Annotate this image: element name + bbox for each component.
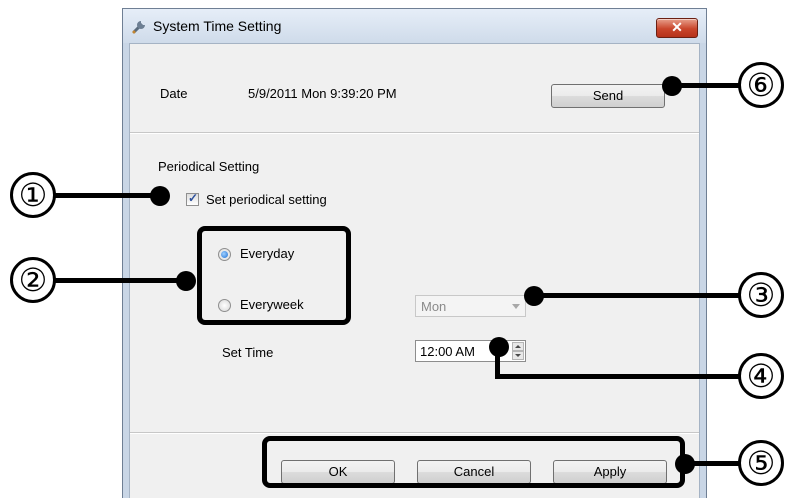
footer-buttons-highlight [262, 436, 685, 488]
send-button[interactable]: Send [551, 84, 665, 108]
check-mark-icon: ✓ [188, 191, 199, 205]
close-button[interactable]: ✕ [656, 18, 698, 38]
time-spinner[interactable] [512, 342, 524, 360]
date-value: 5/9/2011 Mon 9:39:20 PM [248, 86, 397, 101]
weekday-dropdown[interactable]: Mon [415, 295, 526, 317]
title-bar: System Time Setting ✕ [123, 9, 706, 43]
callout-1: ① [10, 172, 56, 218]
callout-5: ⑤ [738, 440, 784, 486]
spin-down-icon[interactable] [512, 351, 524, 360]
time-value: 12:00 AM [420, 344, 475, 359]
close-icon: ✕ [671, 19, 683, 35]
callout-6: ⑥ [738, 62, 784, 108]
leader-line-1 [54, 193, 158, 198]
callout-dot-1 [150, 186, 170, 206]
periodical-checkbox-label: Set periodical setting [206, 192, 327, 207]
radio-group-highlight [197, 226, 351, 325]
leader-line-3 [534, 293, 740, 298]
leader-line-6 [676, 83, 740, 88]
callout-3: ③ [738, 272, 784, 318]
callout-4: ④ [738, 353, 784, 399]
leader-line-4b [495, 374, 740, 379]
wrench-icon [132, 21, 145, 34]
separator-top [130, 132, 699, 134]
leader-line-2 [54, 278, 188, 283]
date-label: Date [160, 86, 188, 101]
periodical-checkbox[interactable]: ✓ [186, 191, 199, 206]
spin-up-icon[interactable] [512, 342, 524, 351]
window-title: System Time Setting [153, 18, 282, 34]
chevron-down-icon [512, 304, 520, 309]
time-picker[interactable]: 12:00 AM [415, 340, 526, 362]
periodical-setting-label: Periodical Setting [158, 159, 260, 174]
leader-line-5 [690, 461, 740, 466]
weekday-value: Mon [421, 299, 447, 314]
callout-2: ② [10, 257, 56, 303]
separator-bottom [130, 432, 699, 434]
callout-dot-2 [176, 271, 196, 291]
set-time-label: Set Time [222, 345, 274, 360]
